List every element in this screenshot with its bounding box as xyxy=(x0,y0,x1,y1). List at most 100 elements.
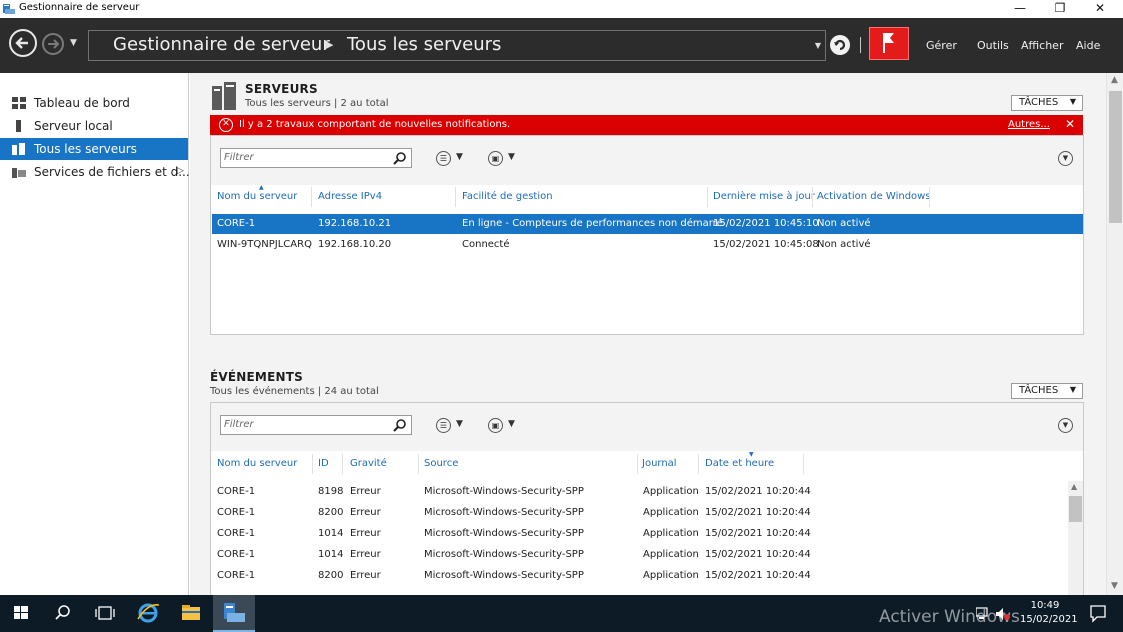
breadcrumb-separator-icon: ▶ xyxy=(325,38,334,51)
error-icon: ✕ xyxy=(219,118,233,132)
history-dropdown-icon[interactable]: ▼ xyxy=(70,38,77,48)
col-manageability[interactable]: Facilité de gestion xyxy=(462,191,553,202)
events-panel: Filtrer ☰ ▼ ▣ ▼ ▼ Nom du serveur ID Grav… xyxy=(210,402,1084,602)
close-button[interactable]: ✕ xyxy=(1080,0,1120,18)
column-divider xyxy=(342,454,343,474)
cell-ipv4: 192.168.10.21 xyxy=(318,218,392,229)
back-button[interactable] xyxy=(9,29,37,57)
search-button[interactable] xyxy=(42,595,84,632)
cell-activation: Non activé xyxy=(817,218,871,229)
servers-group-by-button[interactable]: ☰ ▼ xyxy=(436,151,466,167)
cell-severity: Erreur xyxy=(350,486,381,497)
cell-date-time: 15/02/2021 10:20:44 xyxy=(705,507,811,518)
cell-manageability: Connecté xyxy=(462,239,510,250)
table-row[interactable]: CORE-1 1014 Erreur Microsoft-Windows-Sec… xyxy=(212,545,1067,565)
sidebar-item-file-services[interactable]: Services de fichiers et d... ▷ xyxy=(0,161,190,183)
main-scrollbar[interactable]: ▲ ▼ xyxy=(1106,73,1123,595)
collapse-icon[interactable]: ▼ xyxy=(1058,151,1073,166)
column-divider xyxy=(455,187,456,207)
scrollbar-thumb[interactable] xyxy=(1069,496,1082,522)
filter-placeholder: Filtrer xyxy=(224,419,254,430)
events-save-query-button[interactable]: ▣ ▼ xyxy=(488,418,518,434)
breadcrumb[interactable]: Gestionnaire de serveur ▶ Tous les serve… xyxy=(88,30,826,61)
breadcrumb-dropdown-icon[interactable]: ▼ xyxy=(815,41,821,50)
col-date-time[interactable]: Date et heure xyxy=(705,458,774,469)
search-icon xyxy=(55,605,70,620)
forward-button[interactable] xyxy=(42,33,64,55)
col-severity[interactable]: Gravité xyxy=(350,458,387,469)
col-source[interactable]: Source xyxy=(424,458,458,469)
cell-source: Microsoft-Windows-Security-SPP xyxy=(424,486,584,497)
col-id[interactable]: ID xyxy=(318,458,329,469)
scrollbar-thumb[interactable] xyxy=(1109,91,1122,223)
col-log[interactable]: Journal xyxy=(642,458,677,469)
search-icon xyxy=(393,419,406,432)
events-title: ÉVÉNEMENTS xyxy=(210,370,303,384)
scroll-up-icon[interactable]: ▲ xyxy=(1111,75,1118,85)
cell-last-update: 15/02/2021 10:45:08 xyxy=(713,239,819,250)
table-row[interactable]: CORE-1 1014 Erreur Microsoft-Windows-Sec… xyxy=(212,524,1067,544)
notification-alert-bar: ✕ Il y a 2 travaux comportant de nouvell… xyxy=(210,115,1083,135)
refresh-button[interactable] xyxy=(830,35,850,55)
scroll-up-icon[interactable]: ▲ xyxy=(1071,482,1077,491)
list-icon: ☰ xyxy=(436,418,451,433)
server-manager-icon xyxy=(224,603,245,622)
sidebar-item-all-servers[interactable]: Tous les serveurs xyxy=(0,138,188,160)
col-activation[interactable]: Activation de Windows xyxy=(817,191,931,202)
internet-explorer-button[interactable] xyxy=(127,595,169,632)
notifications-flag-button[interactable] xyxy=(869,27,909,60)
chevron-down-icon: ▼ xyxy=(456,419,463,429)
network-volume-tray-icons[interactable] xyxy=(976,606,1016,622)
save-icon: ▣ xyxy=(488,151,503,166)
breadcrumb-root[interactable]: Gestionnaire de serveur xyxy=(113,34,330,55)
table-row[interactable]: CORE-1 8200 Erreur Microsoft-Windows-Sec… xyxy=(212,503,1067,523)
cell-source: Microsoft-Windows-Security-SPP xyxy=(424,528,584,539)
action-center-button[interactable] xyxy=(1073,595,1123,632)
cell-source: Microsoft-Windows-Security-SPP xyxy=(424,570,584,581)
start-button[interactable] xyxy=(0,595,42,632)
servers-tasks-button[interactable]: TÂCHES ▼ xyxy=(1011,95,1083,111)
maximize-button[interactable]: ❐ xyxy=(1040,0,1080,18)
alert-more-link[interactable]: Autres... xyxy=(1008,119,1050,130)
menu-aide[interactable]: Aide xyxy=(1076,39,1100,52)
table-row[interactable]: WIN-9TQNPJLCARQ 192.168.10.20 Connecté 1… xyxy=(212,235,1083,255)
minimize-button[interactable]: — xyxy=(1000,0,1040,18)
windows-logo-icon xyxy=(14,606,28,619)
table-row[interactable]: CORE-1 192.168.10.21 En ligne - Compteur… xyxy=(212,214,1083,234)
refresh-icon xyxy=(834,39,846,51)
column-divider xyxy=(312,454,313,474)
servers-icon xyxy=(12,143,25,155)
expand-arrow-icon[interactable]: ▷ xyxy=(177,166,184,176)
alert-close-button[interactable]: ✕ xyxy=(1065,117,1075,131)
events-scrollbar[interactable]: ▲ xyxy=(1068,481,1083,601)
flag-icon xyxy=(883,33,894,53)
table-row[interactable]: CORE-1 8198 Erreur Microsoft-Windows-Sec… xyxy=(212,482,1067,502)
servers-filter-input[interactable]: Filtrer xyxy=(220,148,412,168)
sidebar-item-dashboard[interactable]: Tableau de bord xyxy=(0,92,188,114)
col-last-update[interactable]: Dernière mise à jour xyxy=(713,191,815,202)
servers-subtitle: Tous les serveurs | 2 au total xyxy=(245,98,389,109)
file-explorer-button[interactable] xyxy=(170,595,212,632)
col-ipv4[interactable]: Adresse IPv4 xyxy=(318,191,382,202)
scroll-down-icon[interactable]: ▼ xyxy=(1111,581,1118,591)
task-view-button[interactable] xyxy=(84,595,126,632)
servers-save-query-button[interactable]: ▣ ▼ xyxy=(488,151,518,167)
collapse-icon[interactable]: ▼ xyxy=(1058,418,1073,433)
menu-afficher[interactable]: Afficher xyxy=(1021,39,1063,52)
notification-icon xyxy=(1090,605,1106,623)
menu-outils[interactable]: Outils xyxy=(977,39,1009,52)
events-tasks-button[interactable]: TÂCHES ▼ xyxy=(1011,383,1083,399)
sidebar-item-local-server[interactable]: Serveur local xyxy=(0,115,188,137)
col-server-name[interactable]: Nom du serveur xyxy=(217,458,297,469)
cell-server-name: CORE-1 xyxy=(217,570,256,581)
menu-gerer[interactable]: Gérer xyxy=(926,39,957,52)
cell-severity: Erreur xyxy=(350,528,381,539)
col-server-name[interactable]: Nom du serveur xyxy=(217,191,297,202)
cell-log: Application xyxy=(643,549,699,560)
server-manager-taskbar-button[interactable] xyxy=(213,595,255,632)
events-filter-input[interactable]: Filtrer xyxy=(220,415,412,435)
table-row[interactable]: CORE-1 8200 Erreur Microsoft-Windows-Sec… xyxy=(212,566,1067,586)
system-clock[interactable]: 10:49 15/02/2021 xyxy=(1020,599,1078,627)
cell-ipv4: 192.168.10.20 xyxy=(318,239,392,250)
events-group-by-button[interactable]: ☰ ▼ xyxy=(436,418,466,434)
